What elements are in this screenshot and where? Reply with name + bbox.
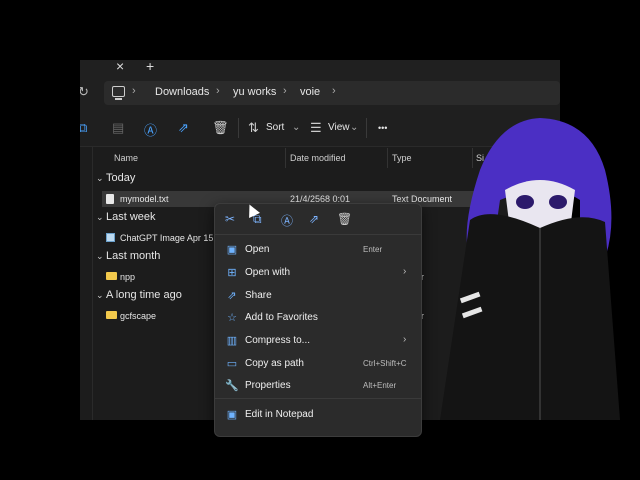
chevron-down-icon: ⌄ xyxy=(96,290,104,300)
chevron-right-icon[interactable]: › xyxy=(283,85,287,97)
menu-item-edit-in-notepad[interactable]: ▣ Edit in Notepad xyxy=(215,404,421,426)
toolbar-separator xyxy=(366,118,367,138)
chevron-right-icon[interactable]: › xyxy=(216,85,220,97)
chevron-down-icon: ⌄ xyxy=(96,212,104,222)
menu-item-add-to-favorites[interactable]: ☆ Add to Favorites xyxy=(215,307,421,329)
chevron-right-icon: › xyxy=(403,266,407,277)
title-bar: × + xyxy=(80,60,560,76)
breadcrumb-yu-works[interactable]: yu works xyxy=(233,86,276,98)
copy-icon[interactable]: ⧉ xyxy=(80,120,87,136)
new-tab-icon[interactable]: + xyxy=(146,60,154,74)
menu-item-properties[interactable]: 🔧 Properties Alt+Enter xyxy=(215,375,421,397)
share-icon[interactable]: ⇗ xyxy=(178,120,189,136)
column-type[interactable]: Type xyxy=(392,153,412,163)
chevron-down-icon: ⌄ xyxy=(96,173,104,183)
menu-shortcut: Ctrl+Shift+C xyxy=(363,359,407,368)
chevron-down-icon: ⌄ xyxy=(350,122,359,133)
menu-label: Open xyxy=(245,244,270,255)
vtuber-avatar xyxy=(440,118,620,420)
folder-icon xyxy=(106,311,117,319)
menu-shortcut: Alt+Enter xyxy=(363,381,397,390)
cut-icon[interactable]: ✂ xyxy=(225,212,235,226)
star-icon: ☆ xyxy=(227,312,237,324)
rename-icon[interactable]: Ⓐ xyxy=(144,120,157,139)
group-today[interactable]: ⌄ Today xyxy=(96,172,135,184)
zip-icon: ▥ xyxy=(226,335,238,347)
refresh-icon[interactable]: ↻ xyxy=(80,84,89,100)
group-long-time-ago[interactable]: ⌄ A long time ago xyxy=(96,289,182,301)
file-name: gcfscape xyxy=(120,311,157,321)
avatar-right-eye xyxy=(549,195,567,209)
notepad-icon: ▣ xyxy=(226,244,238,256)
chevron-down-icon: ⌄ xyxy=(96,251,104,261)
image-file-icon xyxy=(106,233,115,242)
file-name: mymodel.txt xyxy=(120,194,169,204)
menu-label: Compress to... xyxy=(245,335,311,346)
menu-item-copy-as-path[interactable]: ▭ Copy as path Ctrl+Shift+C xyxy=(215,353,421,375)
chevron-right-icon[interactable]: › xyxy=(132,85,136,97)
close-tab-icon[interactable]: × xyxy=(116,60,124,74)
see-more-button[interactable]: ••• xyxy=(378,123,387,133)
view-icon[interactable]: ☰ xyxy=(310,120,322,136)
menu-label: Share xyxy=(245,290,272,301)
breadcrumb-downloads[interactable]: Downloads xyxy=(155,86,209,98)
menu-shortcut: Enter xyxy=(363,245,383,254)
menu-item-share[interactable]: ⇗ Share xyxy=(215,285,421,307)
text-file-icon xyxy=(106,194,114,204)
column-date-modified[interactable]: Date modified xyxy=(290,153,346,163)
group-last-month[interactable]: ⌄ Last month xyxy=(96,250,160,262)
share-icon[interactable]: ⇗ xyxy=(309,212,319,226)
delete-icon[interactable]: 🗑 xyxy=(212,120,229,136)
notepad-icon: ▣ xyxy=(226,409,238,421)
view-button[interactable]: View xyxy=(328,122,350,133)
this-pc-icon xyxy=(112,86,125,100)
chevron-down-icon: ⌄ xyxy=(292,122,301,133)
navigation-pane-border xyxy=(92,146,93,420)
address-bar[interactable]: › Downloads › yu works › voie › xyxy=(104,81,560,105)
rename-icon[interactable]: Ⓐ xyxy=(281,212,293,229)
paste-icon[interactable]: ▤ xyxy=(112,120,124,136)
column-name[interactable]: Name xyxy=(114,153,138,163)
menu-label: Add to Favorites xyxy=(245,312,318,323)
breadcrumb-voie[interactable]: voie xyxy=(300,86,320,98)
menu-label: Open with xyxy=(245,267,291,278)
menu-label: Properties xyxy=(245,380,291,391)
chevron-right-icon[interactable]: › xyxy=(332,85,336,97)
menu-item-compress-to[interactable]: ▥ Compress to... › xyxy=(215,330,421,352)
avatar-jacket xyxy=(440,214,620,420)
sort-icon[interactable]: ⇅ xyxy=(248,120,259,136)
toolbar-separator xyxy=(238,118,239,138)
column-divider[interactable] xyxy=(387,148,388,168)
address-row: ↻ › Downloads › yu works › voie › xyxy=(80,76,560,110)
menu-label: Edit in Notepad xyxy=(245,409,314,420)
menu-item-open-with[interactable]: ⊞ Open with › xyxy=(215,262,421,284)
group-last-week[interactable]: ⌄ Last week xyxy=(96,211,156,223)
folder-icon xyxy=(106,272,117,280)
file-name: ChatGPT Image Apr 15, 2 xyxy=(120,233,224,243)
menu-item-open[interactable]: ▣ Open Enter xyxy=(215,239,421,261)
path-icon: ▭ xyxy=(226,358,238,370)
column-divider[interactable] xyxy=(285,148,286,168)
avatar-left-eye xyxy=(516,195,534,209)
menu-divider xyxy=(215,398,421,399)
context-menu: ✂ ⧉ Ⓐ ⇗ 🗑 ▣ Open Enter ⊞ Open with › ⇗ S… xyxy=(214,203,422,437)
delete-icon[interactable]: 🗑 xyxy=(337,212,352,226)
menu-label: Copy as path xyxy=(245,358,304,369)
open-with-icon: ⊞ xyxy=(227,267,237,279)
chevron-right-icon: › xyxy=(403,334,407,345)
wrench-icon: 🔧 xyxy=(225,380,239,392)
file-name: npp xyxy=(120,272,136,282)
share-icon: ⇗ xyxy=(227,290,237,302)
sort-button[interactable]: Sort xyxy=(266,122,284,133)
